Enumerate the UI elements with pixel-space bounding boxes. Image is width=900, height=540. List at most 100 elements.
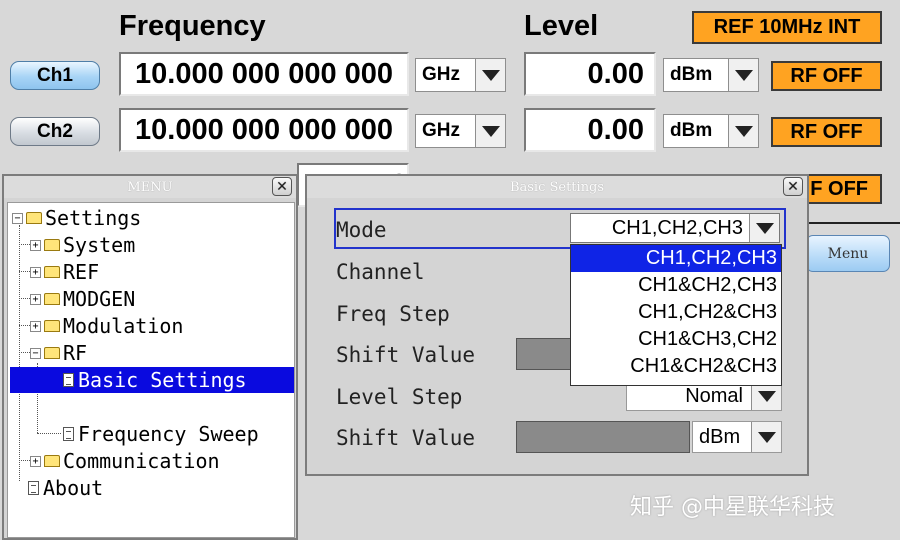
document-icon xyxy=(63,427,74,441)
tree-item-label: Modulation xyxy=(63,314,184,338)
ch1-frequency-unit: GHz xyxy=(422,64,460,85)
tree-line xyxy=(19,225,20,481)
document-icon xyxy=(28,481,39,495)
mode-option[interactable]: CH1,CH2&CH3 xyxy=(571,299,781,326)
folder-icon xyxy=(44,239,60,251)
mode-option[interactable]: CH1&CH2&CH3 xyxy=(571,353,781,380)
expand-icon[interactable]: + xyxy=(30,320,41,332)
ch1-level-field[interactable]: 0.00 xyxy=(524,52,656,96)
frequency-header: Frequency xyxy=(119,10,266,42)
tree-line xyxy=(19,244,30,245)
menu-window-title: MENU xyxy=(127,179,173,195)
close-icon[interactable]: ✕ xyxy=(272,177,292,196)
tree-item-rf[interactable]: − RF xyxy=(30,340,87,366)
tree-line xyxy=(19,271,30,272)
menu-window: MENU ✕ − Settings + System + REF + MODGE… xyxy=(2,174,298,540)
expand-icon[interactable]: + xyxy=(30,293,41,305)
collapse-icon[interactable]: − xyxy=(30,347,41,359)
tree-line xyxy=(19,325,30,326)
menu-tree: − Settings + System + REF + MODGEN + Mod… xyxy=(7,202,295,538)
ch2-button[interactable]: Ch2 xyxy=(10,117,100,146)
ch1-frequency-unit-select[interactable]: GHz xyxy=(415,58,506,92)
freq-step-label: Freq Step xyxy=(336,302,450,326)
expand-icon[interactable]: + xyxy=(30,266,41,278)
mode-label: Mode xyxy=(336,218,387,242)
mode-select[interactable]: CH1,CH2,CH3 xyxy=(570,213,780,243)
ch2-level-unit-select[interactable]: dBm xyxy=(663,114,759,148)
tree-item-communication[interactable]: + Communication xyxy=(30,448,220,474)
tree-item-label: REF xyxy=(63,260,100,284)
ch2-frequency-unit-select[interactable]: GHz xyxy=(415,114,506,148)
ch2-rf-toggle[interactable]: RF OFF xyxy=(771,117,882,147)
ch2-frequency-unit: GHz xyxy=(422,120,460,141)
basic-settings-title: Basic Settings xyxy=(509,179,605,195)
tree-item-label: System xyxy=(63,233,136,257)
chevron-down-icon xyxy=(749,214,779,242)
level-shift-unit: dBm xyxy=(699,425,741,448)
ref-status-badge[interactable]: REF 10MHz INT xyxy=(692,11,882,44)
shift-value-label: Shift Value xyxy=(336,343,476,367)
chevron-down-icon xyxy=(751,382,781,410)
folder-icon xyxy=(44,320,60,332)
tree-item-modulation[interactable]: + Modulation xyxy=(30,313,183,339)
level-step-value: Nomal xyxy=(685,384,743,407)
mode-select-value: CH1,CH2,CH3 xyxy=(611,216,743,239)
watermark: 知乎 @中星联华科技 xyxy=(630,495,835,520)
ch1-frequency-field[interactable]: 10.000 000 000 000 xyxy=(119,52,409,96)
tree-item-label: Settings xyxy=(45,206,142,230)
mode-option[interactable]: CH1&CH2,CH3 xyxy=(571,272,781,299)
mode-option[interactable]: CH1,CH2,CH3 xyxy=(571,245,781,272)
tree-item-label: About xyxy=(43,476,104,500)
level-step-label: Level Step xyxy=(336,385,463,409)
tree-item-basic-settings[interactable]: Basic Settings xyxy=(10,367,294,393)
collapse-icon[interactable]: − xyxy=(12,212,23,224)
mode-option[interactable]: CH1&CH3,CH2 xyxy=(571,326,781,353)
level-shift-value-field[interactable] xyxy=(516,421,690,453)
tree-line xyxy=(19,460,30,461)
tree-line xyxy=(19,298,30,299)
tree-item-about[interactable]: About xyxy=(28,475,103,501)
tree-item-system[interactable]: + System xyxy=(30,232,135,258)
tree-item-frequency-sweep[interactable]: Frequency Sweep xyxy=(63,421,259,447)
level-shift-unit-select[interactable]: dBm xyxy=(692,421,782,453)
tree-line xyxy=(37,433,61,434)
mode-dropdown-list: CH1,CH2,CH3 CH1&CH2,CH3 CH1,CH2&CH3 CH1&… xyxy=(570,244,782,386)
shift-value-label: Shift Value xyxy=(336,426,476,450)
close-icon[interactable]: ✕ xyxy=(783,177,803,196)
level-header: Level xyxy=(524,10,599,42)
ch2-level-field[interactable]: 0.00 xyxy=(524,108,656,152)
tree-item-label: Basic Settings xyxy=(78,368,247,392)
folder-open-icon xyxy=(44,347,60,359)
basic-settings-titlebar: Basic Settings ✕ xyxy=(307,176,807,198)
tree-item-ref[interactable]: + REF xyxy=(30,259,99,285)
menu-button[interactable]: Menu xyxy=(806,235,890,272)
ch1-button[interactable]: Ch1 xyxy=(10,61,100,90)
channel-label: Channel xyxy=(336,260,425,284)
ch1-level-unit-select[interactable]: dBm xyxy=(663,58,759,92)
basic-settings-window: Basic Settings ✕ Mode CH1,CH2,CH3 Channe… xyxy=(305,174,809,476)
ch2-level-unit: dBm xyxy=(670,120,713,141)
chevron-down-icon xyxy=(475,115,505,147)
expand-icon[interactable]: + xyxy=(30,455,41,467)
tree-item-label: Frequency Sweep xyxy=(78,422,259,446)
chevron-down-icon xyxy=(751,422,781,452)
ch2-frequency-field[interactable]: 10.000 000 000 000 xyxy=(119,108,409,152)
tree-item-label: Communication xyxy=(63,449,220,473)
menu-window-titlebar: MENU ✕ xyxy=(4,176,296,198)
tree-item-modgen[interactable]: + MODGEN xyxy=(30,286,135,312)
freq-shift-value-field[interactable] xyxy=(516,338,572,370)
chevron-down-icon xyxy=(728,115,758,147)
chevron-down-icon xyxy=(475,59,505,91)
chevron-down-icon xyxy=(728,59,758,91)
folder-icon xyxy=(44,455,60,467)
expand-icon[interactable]: + xyxy=(30,239,41,251)
panel-divider xyxy=(808,222,900,224)
tree-item-settings[interactable]: − Settings xyxy=(12,205,141,231)
tree-item-label: RF xyxy=(63,341,88,365)
tree-line xyxy=(19,352,30,353)
tree-item-label: MODGEN xyxy=(63,287,136,311)
folder-icon xyxy=(44,266,60,278)
ch1-rf-toggle[interactable]: RF OFF xyxy=(771,61,882,91)
folder-icon xyxy=(44,293,60,305)
folder-open-icon xyxy=(26,212,42,224)
